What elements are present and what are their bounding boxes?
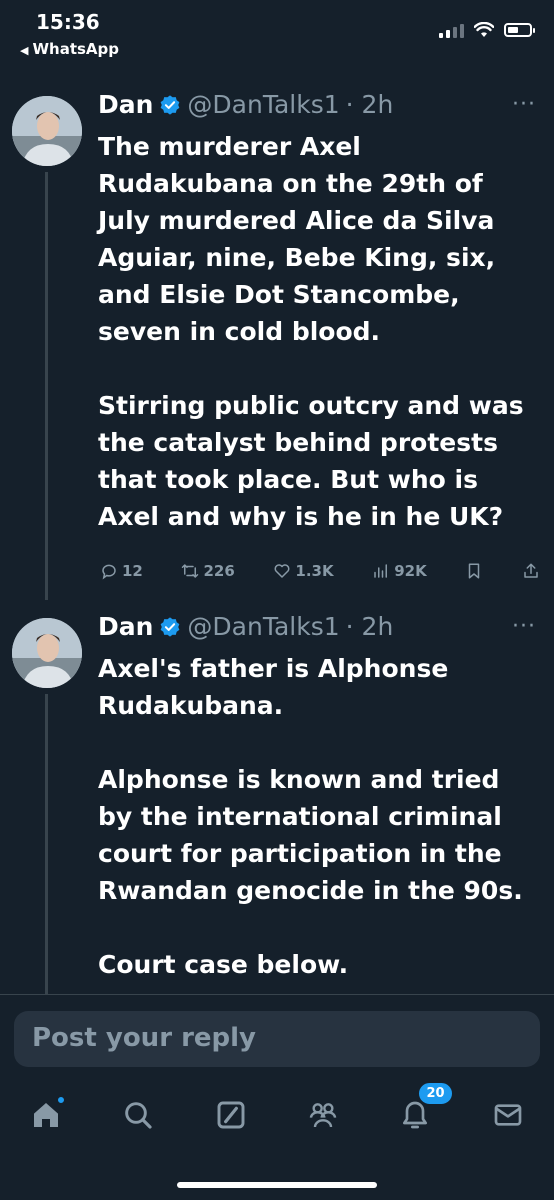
more-options-icon[interactable]: ··· bbox=[512, 614, 536, 639]
tab-bar: 20 bbox=[0, 1081, 554, 1140]
views-icon bbox=[374, 564, 388, 578]
tweet-paragraph: Alphonse is known and tried by the inter… bbox=[98, 765, 523, 905]
notifications-badge: 20 bbox=[417, 1081, 454, 1106]
status-bar: 15:36 ◀ WhatsApp bbox=[0, 0, 554, 70]
reply-input[interactable]: Post your reply bbox=[14, 1011, 540, 1067]
back-to-whatsapp[interactable]: ◀ WhatsApp bbox=[20, 40, 119, 58]
home-indicator bbox=[177, 1182, 377, 1188]
like-button[interactable]: 1.3K bbox=[273, 562, 334, 580]
tweet-paragraph: The murderer Axel Rudakubana on the 29th… bbox=[98, 132, 496, 346]
tab-search[interactable] bbox=[118, 1095, 158, 1135]
tab-grok[interactable] bbox=[211, 1095, 251, 1135]
author-handle[interactable]: @DanTalks1 bbox=[187, 90, 339, 119]
tweet-paragraph: Axel's father is Alphonse Rudakubana. bbox=[98, 654, 449, 720]
verified-badge-icon bbox=[161, 616, 180, 637]
tweet-actions: 12 226 1.3K 92K bbox=[100, 562, 540, 580]
bookmark-button[interactable] bbox=[465, 562, 483, 580]
tab-notifications[interactable]: 20 bbox=[395, 1081, 454, 1135]
tweet-paragraph: Court case below. bbox=[98, 950, 349, 979]
share-icon bbox=[524, 563, 538, 578]
search-icon bbox=[125, 1102, 153, 1129]
post-time: · 2h bbox=[345, 90, 394, 119]
tweet-header: Dan @DanTalks1 · 2h bbox=[98, 90, 393, 119]
avatar-photo bbox=[12, 96, 82, 166]
post-time: · 2h bbox=[345, 612, 394, 641]
back-label: WhatsApp bbox=[32, 40, 119, 58]
tweet-text: The murderer Axel Rudakubana on the 29th… bbox=[98, 128, 538, 535]
reply-button[interactable]: 12 bbox=[100, 562, 143, 580]
author-name[interactable]: Dan bbox=[98, 612, 153, 641]
status-icons bbox=[439, 22, 535, 38]
tweet-header: Dan @DanTalks1 · 2h bbox=[98, 612, 393, 641]
status-time: 15:36 bbox=[36, 10, 100, 34]
like-count: 1.3K bbox=[295, 562, 334, 580]
battery-icon bbox=[504, 23, 535, 37]
communities-icon bbox=[309, 1103, 337, 1128]
tweet-text: Axel's father is Alphonse Rudakubana. Al… bbox=[98, 650, 538, 983]
home-unread-dot bbox=[56, 1095, 67, 1105]
repost-button[interactable]: 226 bbox=[181, 562, 235, 580]
wifi-icon bbox=[474, 22, 494, 37]
thread-line bbox=[45, 694, 48, 994]
views-count: 92K bbox=[394, 562, 427, 580]
reply-count: 12 bbox=[122, 562, 143, 580]
views-button[interactable]: 92K bbox=[372, 562, 427, 580]
back-arrow-icon: ◀ bbox=[20, 44, 29, 57]
tweet-paragraph: Stirring public outcry and was the catal… bbox=[98, 391, 524, 531]
verified-badge-icon bbox=[161, 94, 180, 115]
repost-count: 226 bbox=[203, 562, 235, 580]
tab-home[interactable] bbox=[26, 1095, 67, 1135]
tab-communities[interactable] bbox=[303, 1095, 343, 1135]
reply-icon bbox=[102, 564, 116, 580]
avatar-photo bbox=[12, 618, 82, 688]
bookmark-icon bbox=[469, 563, 480, 579]
heart-icon bbox=[274, 564, 290, 578]
share-button[interactable] bbox=[522, 562, 540, 580]
more-options-icon[interactable]: ··· bbox=[512, 92, 536, 117]
tab-messages[interactable] bbox=[488, 1095, 528, 1135]
messages-icon bbox=[494, 1104, 522, 1126]
author-handle[interactable]: @DanTalks1 bbox=[187, 612, 339, 641]
signal-icon bbox=[439, 22, 464, 38]
avatar[interactable] bbox=[12, 96, 82, 166]
repost-icon bbox=[182, 564, 199, 578]
avatar[interactable] bbox=[12, 618, 82, 688]
grok-icon bbox=[217, 1101, 245, 1129]
thread-line bbox=[45, 172, 48, 600]
author-name[interactable]: Dan bbox=[98, 90, 153, 119]
